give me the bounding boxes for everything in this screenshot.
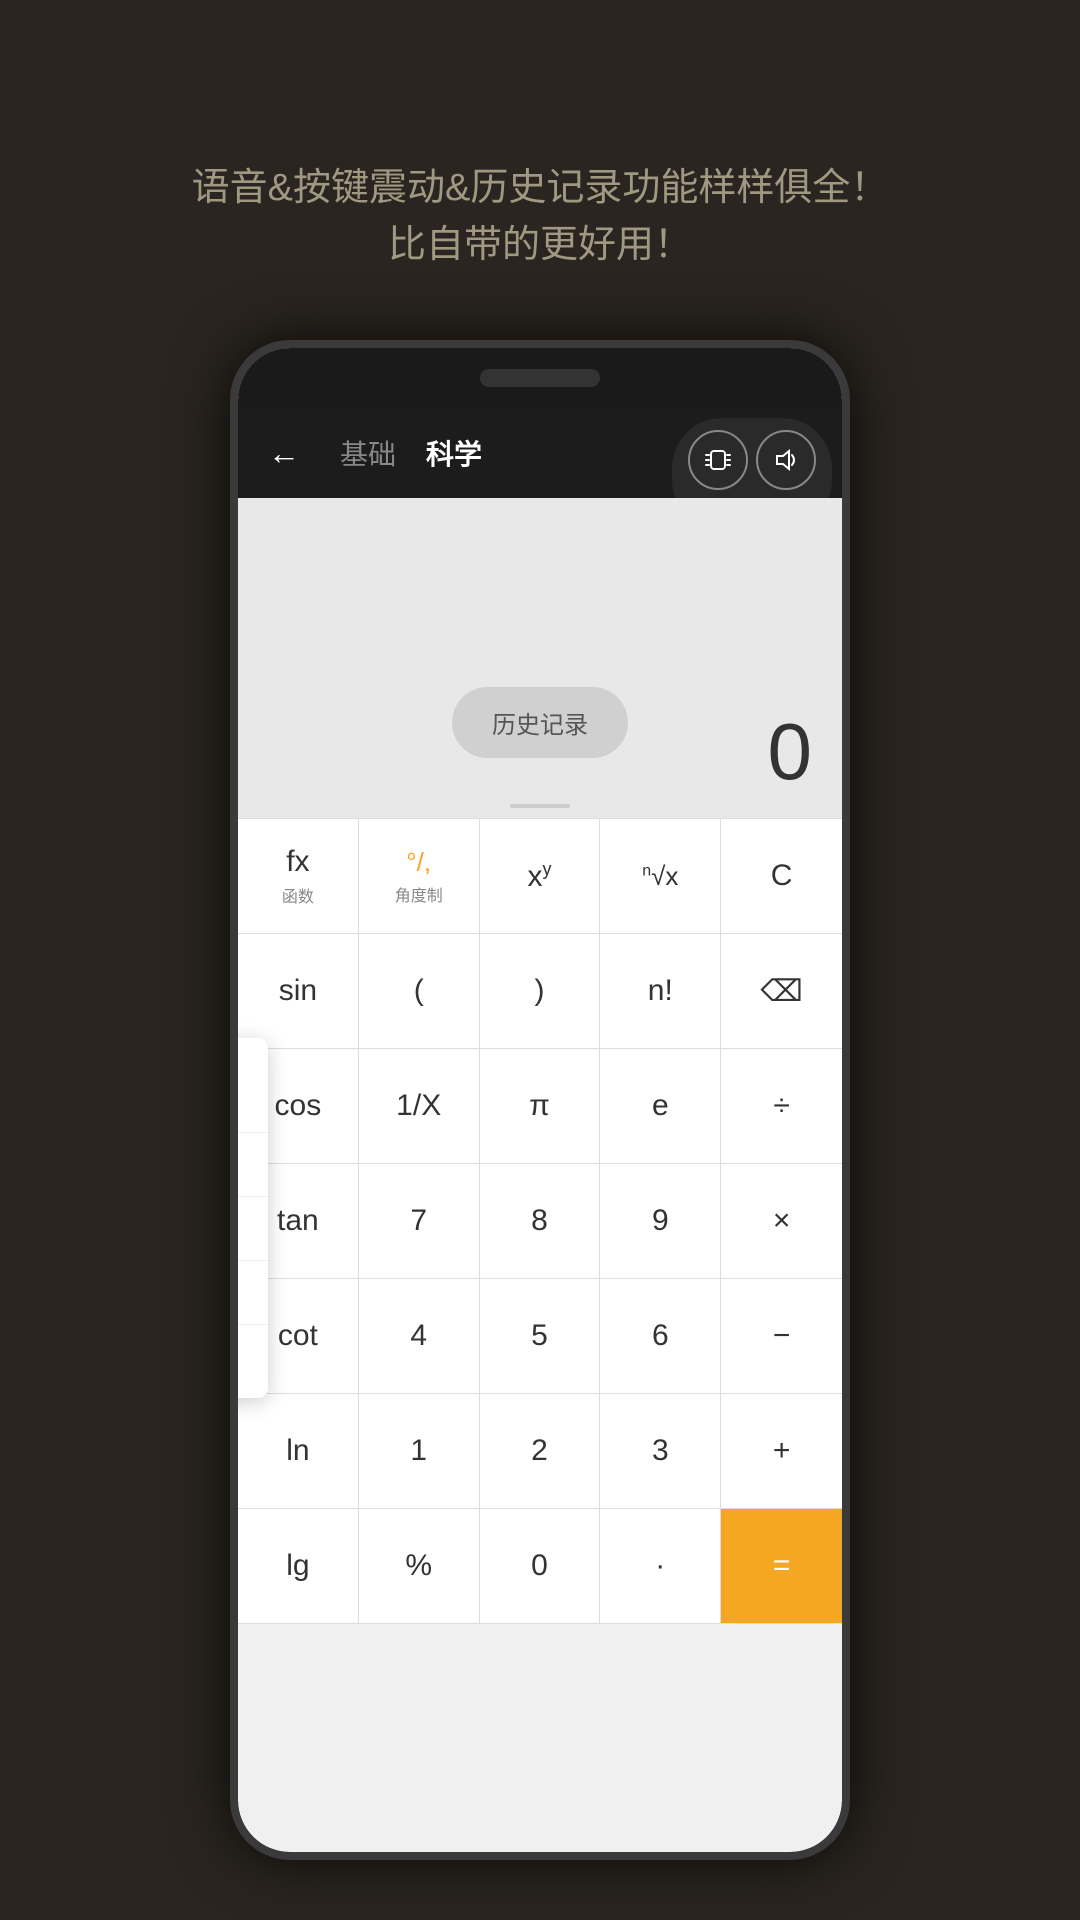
btn-nroot[interactable]: n√x — [600, 819, 721, 934]
btn-percent[interactable]: % — [359, 1509, 480, 1624]
btn-reciprocal[interactable]: 1/X — [359, 1049, 480, 1164]
btn-lg[interactable]: lg — [238, 1509, 359, 1624]
btn-dot[interactable]: · — [600, 1509, 721, 1624]
btn-3[interactable]: 3 — [600, 1394, 721, 1509]
back-button[interactable]: ← — [268, 435, 300, 472]
display-area: 历史记录 0 — [238, 498, 842, 818]
promo-text: 语音&按键震动&历史记录功能样样俱全！ 比自带的更好用！ — [0, 0, 1080, 334]
vibrate-icon — [688, 430, 748, 490]
tab-science[interactable]: 科学 — [426, 433, 482, 473]
btn-8[interactable]: 8 — [480, 1164, 601, 1279]
sound-icon — [756, 430, 816, 490]
btn-fx[interactable]: fx 函数 — [238, 819, 359, 934]
btn-backspace[interactable]: ⌫ — [721, 934, 842, 1049]
btn-rparen[interactable]: ) — [480, 934, 601, 1049]
status-bar — [238, 348, 842, 408]
phone-frame: ← 基础 科学 — [230, 340, 850, 1860]
display-divider — [510, 804, 570, 808]
btn-xy[interactable]: xy — [480, 819, 601, 934]
btn-clear[interactable]: C — [721, 819, 842, 934]
volume-button-left — [230, 648, 238, 728]
btn-sin[interactable]: sin — [238, 934, 359, 1049]
promo-line2: 比自带的更好用！ — [80, 217, 1000, 274]
side-panel-sin[interactable]: sin-1 — [238, 1133, 268, 1197]
btn-equals[interactable]: = — [721, 1509, 842, 1624]
side-panel-tan[interactable]: tan-1 — [238, 1261, 268, 1325]
side-panel-cos[interactable]: cos-1 — [238, 1197, 268, 1261]
keyboard-wrapper: fx -1 反函数 sin-1 cos-1 tan-1 cot-1 — [238, 818, 842, 1624]
speaker — [480, 369, 600, 387]
display-number: 0 — [768, 706, 813, 798]
btn-6[interactable]: 6 — [600, 1279, 721, 1394]
btn-1[interactable]: 1 — [359, 1394, 480, 1509]
btn-9[interactable]: 9 — [600, 1164, 721, 1279]
btn-angle[interactable]: °/, 角度制 — [359, 819, 480, 934]
btn-4[interactable]: 4 — [359, 1279, 480, 1394]
btn-add[interactable]: + — [721, 1394, 842, 1509]
tab-basic[interactable]: 基础 — [340, 433, 396, 473]
promo-line1: 语音&按键震动&历史记录功能样样俱全！ — [80, 160, 1000, 217]
side-panel: fx -1 反函数 sin-1 cos-1 tan-1 cot-1 — [238, 1038, 268, 1398]
btn-0[interactable]: 0 — [480, 1509, 601, 1624]
btn-lparen[interactable]: ( — [359, 934, 480, 1049]
history-button[interactable]: 历史记录 — [452, 687, 628, 758]
btn-e[interactable]: e — [600, 1049, 721, 1164]
btn-ln[interactable]: ln — [238, 1394, 359, 1509]
btn-2[interactable]: 2 — [480, 1394, 601, 1509]
btn-7[interactable]: 7 — [359, 1164, 480, 1279]
btn-multiply[interactable]: × — [721, 1164, 842, 1279]
side-panel-cot[interactable]: cot-1 — [238, 1325, 268, 1388]
phone-screen: ← 基础 科学 — [238, 348, 842, 1852]
side-panel-header[interactable]: fx -1 反函数 — [238, 1048, 268, 1133]
btn-pi[interactable]: π — [480, 1049, 601, 1164]
power-button — [842, 698, 850, 828]
app-header: ← 基础 科学 — [238, 408, 842, 498]
btn-divide[interactable]: ÷ — [721, 1049, 842, 1164]
btn-subtract[interactable]: − — [721, 1279, 842, 1394]
btn-factorial[interactable]: n! — [600, 934, 721, 1049]
btn-5[interactable]: 5 — [480, 1279, 601, 1394]
calculator-grid: fx 函数 °/, 角度制 xy n√x C sin — [238, 818, 842, 1624]
